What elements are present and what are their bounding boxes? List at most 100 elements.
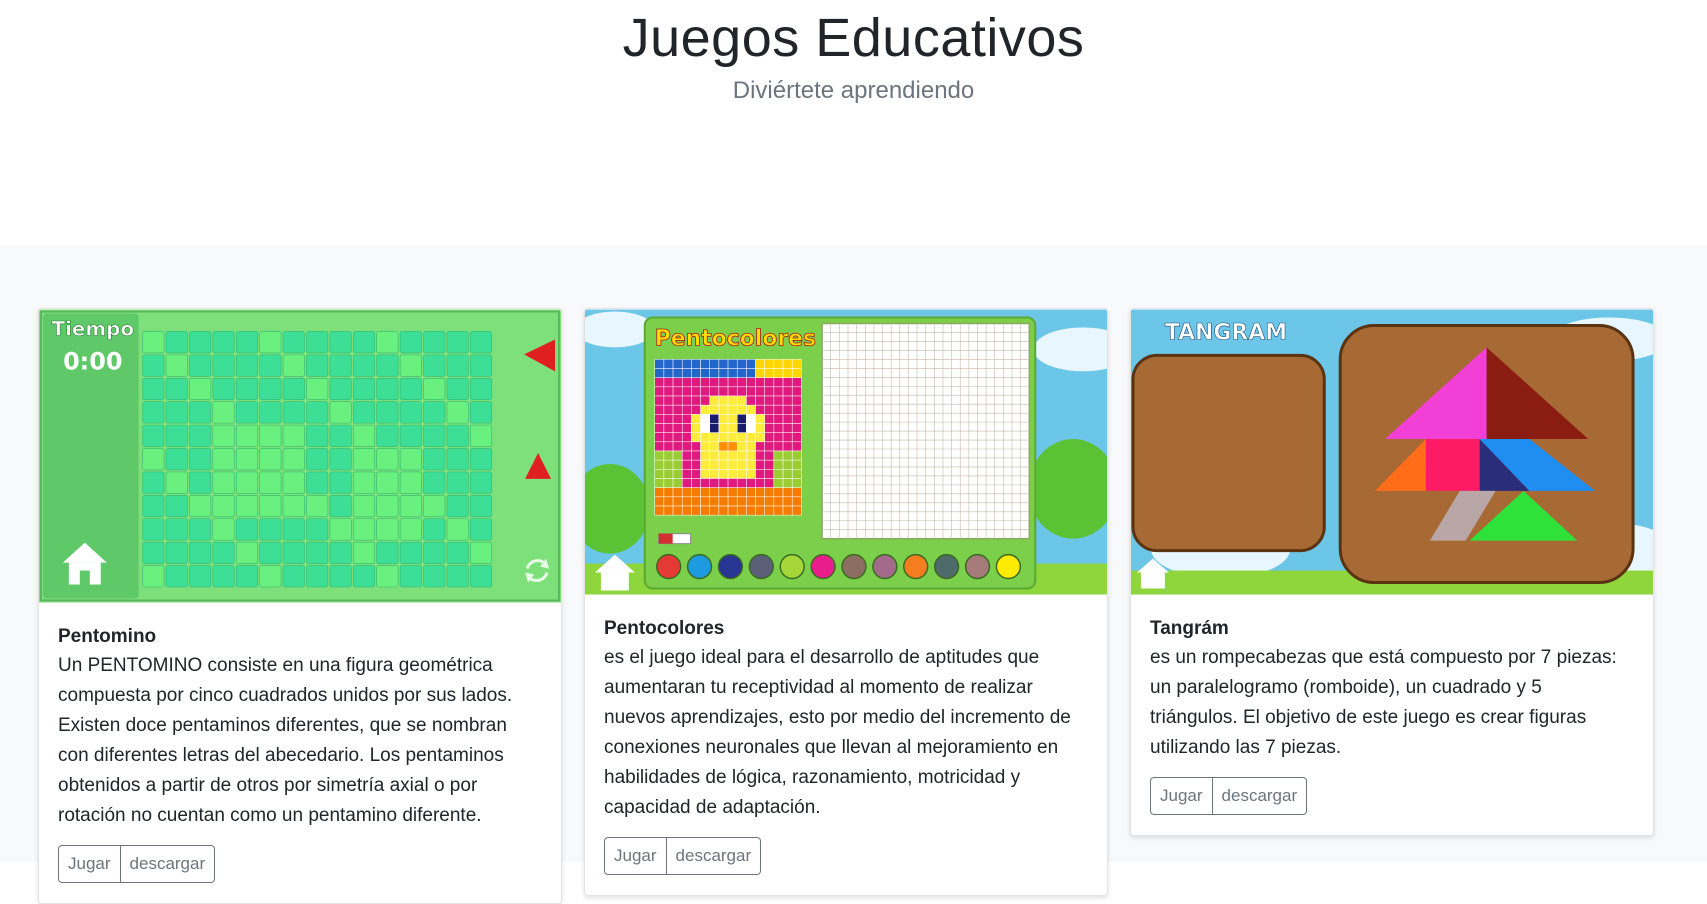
board-tile[interactable] xyxy=(212,471,235,494)
board-tile[interactable] xyxy=(376,424,399,447)
board-tile[interactable] xyxy=(446,424,469,447)
board-tile[interactable] xyxy=(306,518,329,541)
board-tile[interactable] xyxy=(165,424,188,447)
board-tile[interactable] xyxy=(399,495,422,518)
board-tile[interactable] xyxy=(423,377,446,401)
board-tile[interactable] xyxy=(235,424,258,447)
board-tile[interactable] xyxy=(399,448,422,471)
color-swatch[interactable] xyxy=(903,553,929,580)
board-tile[interactable] xyxy=(399,565,422,588)
board-tile[interactable] xyxy=(282,471,305,494)
board-tile[interactable] xyxy=(446,331,469,354)
board-tile[interactable] xyxy=(446,448,469,471)
board-tile[interactable] xyxy=(423,424,446,447)
board-tile[interactable] xyxy=(306,565,329,588)
board-tile[interactable] xyxy=(165,401,188,424)
board-tile[interactable] xyxy=(376,354,399,377)
board-tile[interactable] xyxy=(470,401,493,424)
board-tile[interactable] xyxy=(165,518,188,541)
board-tile[interactable] xyxy=(189,331,212,354)
board-tile[interactable] xyxy=(212,518,235,541)
board-tile[interactable] xyxy=(259,471,282,494)
board-tile[interactable] xyxy=(189,541,212,564)
board-tile[interactable] xyxy=(306,401,329,424)
board-tile[interactable] xyxy=(306,448,329,471)
play-button[interactable]: Jugar xyxy=(604,837,667,875)
board-tile[interactable] xyxy=(352,424,376,447)
board-tile[interactable] xyxy=(306,424,329,447)
board-tile[interactable] xyxy=(235,518,258,541)
board-tile[interactable] xyxy=(470,448,493,471)
pentomino-thumbnail[interactable]: Tiempo 0:00 xyxy=(39,309,561,603)
board-tile[interactable] xyxy=(259,495,282,518)
board-tile[interactable] xyxy=(376,565,399,588)
board-tile[interactable] xyxy=(376,377,399,401)
board-tile[interactable] xyxy=(329,495,352,518)
board-tile[interactable] xyxy=(259,401,282,424)
color-swatch[interactable] xyxy=(748,553,775,580)
board-tile[interactable] xyxy=(423,565,446,588)
board-tile[interactable] xyxy=(446,401,469,424)
board-tile[interactable] xyxy=(259,541,282,564)
board-tile[interactable] xyxy=(282,518,305,541)
board-tile[interactable] xyxy=(376,518,399,541)
board-tile[interactable] xyxy=(446,518,469,541)
download-button[interactable]: descargar xyxy=(1212,777,1308,815)
board-tile[interactable] xyxy=(470,495,493,518)
pentocolores-thumbnail[interactable]: Pentocolores xyxy=(585,309,1107,595)
board-tile[interactable] xyxy=(165,331,188,354)
board-tile[interactable] xyxy=(212,448,235,471)
board-tile[interactable] xyxy=(282,377,305,401)
board-tile[interactable] xyxy=(212,354,235,377)
board-tile[interactable] xyxy=(212,565,235,588)
board-tile[interactable] xyxy=(352,471,376,494)
board-tile[interactable] xyxy=(259,331,282,354)
board-tile[interactable] xyxy=(329,471,352,494)
board-tile[interactable] xyxy=(376,471,399,494)
board-tile[interactable] xyxy=(423,401,446,424)
board-tile[interactable] xyxy=(165,354,188,377)
board-tile[interactable] xyxy=(352,565,376,588)
board-tile[interactable] xyxy=(235,377,258,401)
board-tile[interactable] xyxy=(235,401,258,424)
board-tile[interactable] xyxy=(306,495,329,518)
board-tile[interactable] xyxy=(165,471,188,494)
board-tile[interactable] xyxy=(282,424,305,447)
board-tile[interactable] xyxy=(235,331,258,354)
board-tile[interactable] xyxy=(235,448,258,471)
board-tile[interactable] xyxy=(446,541,469,564)
board-tile[interactable] xyxy=(399,331,422,354)
board-tile[interactable] xyxy=(189,354,212,377)
board-tile[interactable] xyxy=(446,377,469,401)
color-swatch[interactable] xyxy=(655,553,682,580)
board-tile[interactable] xyxy=(423,541,446,564)
board-tile[interactable] xyxy=(329,331,352,354)
board-tile[interactable] xyxy=(470,518,493,541)
board-tile[interactable] xyxy=(446,495,469,518)
board-tile[interactable] xyxy=(446,565,469,588)
board-tile[interactable] xyxy=(423,354,446,377)
color-swatch[interactable] xyxy=(872,553,898,580)
board-tile[interactable] xyxy=(165,377,188,401)
color-swatch[interactable] xyxy=(717,553,744,580)
board-tile[interactable] xyxy=(470,424,493,447)
board-tile[interactable] xyxy=(142,377,165,401)
board-tile[interactable] xyxy=(376,495,399,518)
board-tile[interactable] xyxy=(189,565,212,588)
board-tile[interactable] xyxy=(423,518,446,541)
board-tile[interactable] xyxy=(212,377,235,401)
board-tile[interactable] xyxy=(235,541,258,564)
board-tile[interactable] xyxy=(352,331,376,354)
board-tile[interactable] xyxy=(282,495,305,518)
board-tile[interactable] xyxy=(423,471,446,494)
play-button[interactable]: Jugar xyxy=(58,845,121,883)
download-button[interactable]: descargar xyxy=(120,845,216,883)
board-tile[interactable] xyxy=(212,401,235,424)
board-tile[interactable] xyxy=(470,565,493,588)
board-tile[interactable] xyxy=(282,565,305,588)
board-tile[interactable] xyxy=(142,448,165,471)
board-tile[interactable] xyxy=(259,518,282,541)
board-tile[interactable] xyxy=(189,448,212,471)
board-tile[interactable] xyxy=(212,331,235,354)
board-tile[interactable] xyxy=(235,565,258,588)
